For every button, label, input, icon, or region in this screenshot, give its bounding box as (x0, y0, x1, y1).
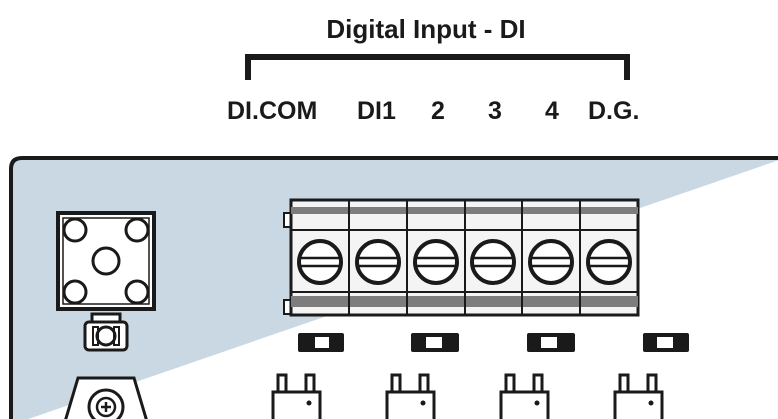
terminal-block (283, 198, 640, 317)
relay-3 (499, 373, 550, 419)
title-bracket (245, 54, 630, 80)
terminal-label-di1: DI1 (357, 97, 396, 125)
terminal-screw-di3 (470, 239, 516, 285)
terminal-label-2: 2 (431, 97, 445, 125)
relay-4 (613, 373, 664, 419)
relay-2 (385, 373, 436, 419)
rotary-knob-icon (83, 312, 129, 352)
slide-switch-2 (411, 333, 459, 352)
terminal-screw-dg (586, 239, 632, 285)
relay-components (271, 373, 664, 419)
terminal-screw-di-com (297, 239, 343, 285)
terminal-label-3: 3 (488, 97, 502, 125)
terminal-screw-di2 (413, 239, 459, 285)
digital-input-diagram: Digital Input - DI DI.COM DI1 2 3 4 D.G. (9, 14, 778, 419)
terminal-screw-di4 (528, 239, 574, 285)
terminal-label-4: 4 (545, 97, 559, 125)
square-connector-icon (56, 211, 156, 311)
terminal-label-di-com: DI.COM (227, 97, 317, 125)
terminal-labels: DI.COM DI1 2 3 4 D.G. (227, 97, 639, 125)
diagram-title: Digital Input - DI (326, 14, 525, 44)
slide-switch-3 (527, 333, 575, 352)
terminal-screw-di1 (355, 239, 401, 285)
terminal-label-dg: D.G. (588, 97, 639, 125)
relay-1 (271, 373, 322, 419)
round-jack-icon (64, 376, 148, 419)
slide-switch-4 (643, 333, 689, 352)
slide-switches (298, 333, 689, 352)
slide-switch-1 (298, 333, 344, 352)
